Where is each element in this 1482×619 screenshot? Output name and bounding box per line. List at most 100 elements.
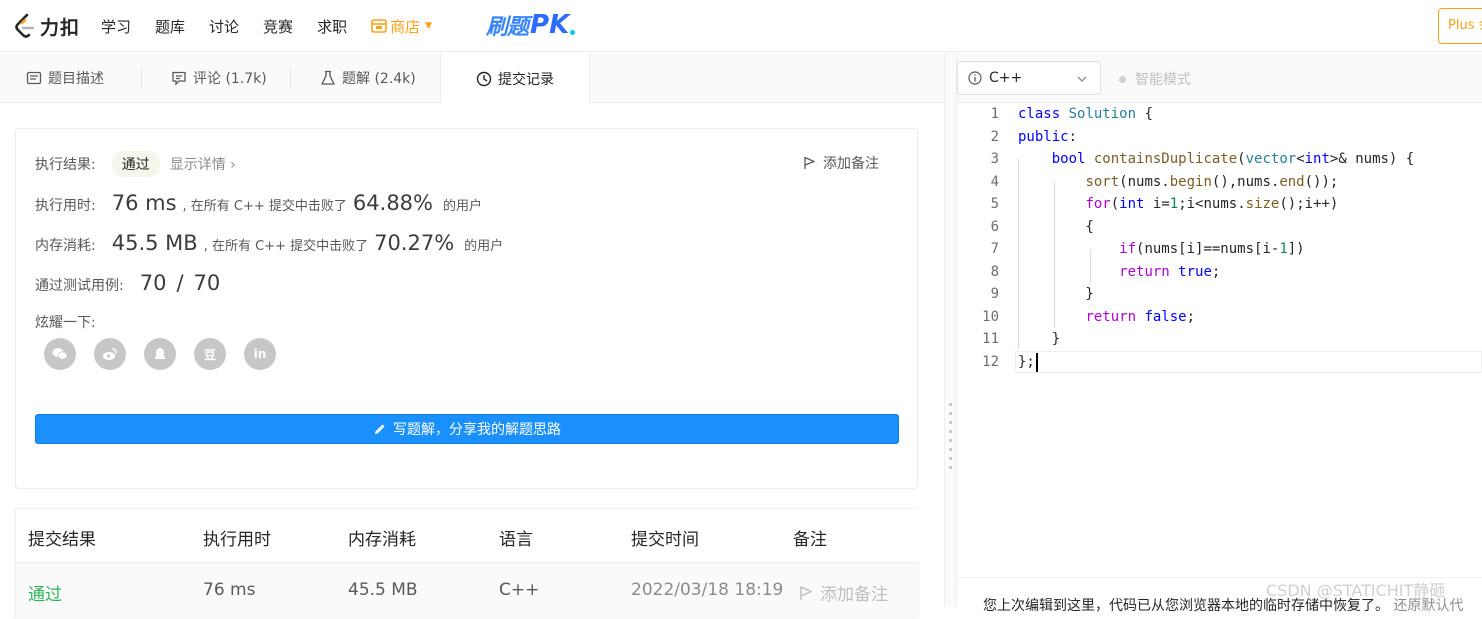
line-number: 5 — [990, 196, 999, 212]
tab-description-label: 题目描述 — [48, 71, 104, 87]
add-note-button[interactable]: 添加备注 — [803, 153, 879, 173]
memory-percent: 70.27% — [374, 231, 455, 255]
tab-solutions-label: 题解 (2.4k) — [342, 71, 416, 87]
tab-submissions-label: 提交记录 — [498, 71, 554, 88]
col-memory: 内存消耗 — [348, 530, 416, 550]
csdn-watermark: CSDN @STATICHIT静砸 — [1266, 581, 1446, 600]
qq-glyph — [154, 348, 166, 359]
tests-separator: / — [176, 271, 184, 295]
show-detail-link[interactable]: 显示详情 › — [170, 154, 236, 174]
text-cursor — [1036, 353, 1038, 372]
line-number: 7 — [990, 241, 999, 257]
douban-icon[interactable]: 豆 — [194, 338, 226, 370]
row-add-note-label: 添加备注 — [820, 585, 888, 605]
language-value: C++ — [989, 70, 1023, 86]
pk-banner[interactable]: 刷题 PK — [486, 8, 576, 42]
submissions-table: 提交结果 执行用时 内存消耗 语言 提交时间 备注 通过 76 ms 45.5 … — [15, 508, 919, 619]
flag-icon — [804, 156, 815, 169]
line-number: 2 — [990, 129, 999, 145]
flag-icon — [800, 585, 812, 600]
table-row[interactable]: 通过 76 ms 45.5 MB C++ 2022/03/18 18:19 添加… — [16, 563, 919, 619]
qq-icon[interactable] — [144, 338, 176, 370]
code-line: for(int i=1;i<nums.size();i++) — [1085, 196, 1339, 212]
memory-row: 内存消耗: 45.5 MB , 在所有 C++ 提交中击败了 70.27% 的用… — [35, 231, 503, 255]
row-memory: 45.5 MB — [348, 580, 418, 600]
language-select[interactable]: C++ — [957, 61, 1101, 95]
table-header: 提交结果 执行用时 内存消耗 语言 提交时间 备注 — [16, 509, 919, 563]
row-language: C++ — [499, 580, 540, 600]
panel-resize-handle[interactable] — [944, 53, 957, 607]
runtime-label: 执行用时: — [35, 198, 96, 214]
row-add-note[interactable]: 添加备注 — [798, 580, 888, 605]
nav-item-shop[interactable]: 商店 ▼ — [371, 16, 432, 37]
line-number: 3 — [990, 151, 999, 167]
wechat-icon[interactable] — [44, 338, 76, 370]
linkedin-icon[interactable]: in — [244, 338, 276, 370]
row-result[interactable]: 通过 — [28, 580, 62, 605]
share-label: 炫耀一下: — [35, 315, 96, 331]
caret-down-icon: ▼ — [425, 21, 433, 31]
tests-row: 通过测试用例: 70 / 70 — [35, 271, 220, 295]
status-label: 执行结果: — [35, 157, 96, 173]
tab-divider — [141, 68, 142, 88]
weibo-glyph — [103, 348, 117, 360]
description-icon — [26, 71, 42, 85]
pk-banner-pk: PK — [530, 10, 570, 40]
line-number: 1 — [990, 106, 999, 122]
tests-total: 70 — [193, 271, 221, 295]
write-solution-label: 写题解，分享我的解题思路 — [393, 422, 561, 438]
pk-banner-text: 刷题 — [486, 15, 529, 40]
current-line-highlight — [1015, 351, 1482, 373]
code-line: bool containsDuplicate(vector<int>& nums… — [1051, 151, 1415, 167]
code-line: class Solution { — [1018, 106, 1153, 122]
editor-toolbar: C++ 智能模式 — [957, 53, 1482, 103]
code-line: }; — [1018, 354, 1035, 370]
col-time: 提交时间 — [631, 530, 699, 550]
share-buttons: 豆 in — [44, 338, 276, 370]
tab-comments-label: 评论 (1.7k) — [193, 71, 267, 87]
leetcode-logo[interactable]: 力扣 — [14, 12, 80, 40]
tests-label: 通过测试用例: — [35, 278, 124, 294]
memory-tail: 的用户 — [464, 239, 504, 254]
line-number: 9 — [990, 286, 999, 302]
code-line: } — [1018, 331, 1061, 347]
chevron-down-icon — [1077, 76, 1087, 82]
tab-solutions[interactable]: 题解 (2.4k) — [320, 53, 416, 103]
code-line: return true; — [1119, 264, 1221, 280]
col-note: 备注 — [793, 530, 827, 550]
brand-name: 力扣 — [40, 16, 81, 39]
tab-description[interactable]: 题目描述 — [26, 53, 104, 103]
tab-comments[interactable]: 评论 (1.7k) — [171, 53, 267, 103]
nav-item-learn[interactable]: 学习 — [101, 16, 131, 37]
pk-dot-icon — [570, 29, 576, 35]
shop-icon — [371, 19, 387, 33]
leetcode-logo-icon — [15, 13, 35, 38]
write-solution-button[interactable]: 写题解，分享我的解题思路 — [35, 414, 899, 444]
weibo-icon[interactable] — [94, 338, 126, 370]
tab-divider — [290, 68, 291, 88]
nav-item-discuss[interactable]: 讨论 — [209, 16, 239, 37]
row-time: 2022/03/18 18:19 — [631, 580, 784, 600]
runtime-value: 76 ms — [111, 191, 177, 215]
nav-item-problems[interactable]: 题库 — [155, 16, 185, 37]
code-line: { — [1018, 219, 1094, 235]
tests-passed: 70 — [139, 271, 167, 295]
code-line: if(nums[i]==nums[i-1]) — [1119, 241, 1305, 257]
line-number: 11 — [982, 331, 999, 347]
code-line: } — [1018, 286, 1094, 302]
code-line: public: — [1018, 129, 1078, 145]
col-language: 语言 — [499, 530, 533, 550]
plus-member-button[interactable]: Plus 会 — [1438, 8, 1482, 44]
submission-panel: 执行结果: 通过 显示详情 › 添加备注 执行用时: 76 ms , 在所有 C… — [0, 103, 944, 619]
line-number: 6 — [990, 219, 999, 235]
runtime-row: 执行用时: 76 ms , 在所有 C++ 提交中击败了 64.88% 的用户 — [35, 191, 482, 215]
nav-item-contest[interactable]: 竞赛 — [263, 16, 293, 37]
smart-mode-toggle[interactable]: 智能模式 — [1119, 69, 1191, 89]
memory-label: 内存消耗: — [35, 238, 96, 254]
tab-submissions[interactable]: 提交记录 — [440, 53, 590, 104]
drag-dots-icon — [949, 403, 952, 469]
status-badge: 通过 — [111, 151, 160, 177]
nav-item-jobs[interactable]: 求职 — [317, 16, 347, 37]
col-result: 提交结果 — [28, 530, 96, 550]
code-editor[interactable]: 1 2 3 4 5 6 7 8 9 10 11 12 class Solutio… — [957, 103, 1482, 577]
